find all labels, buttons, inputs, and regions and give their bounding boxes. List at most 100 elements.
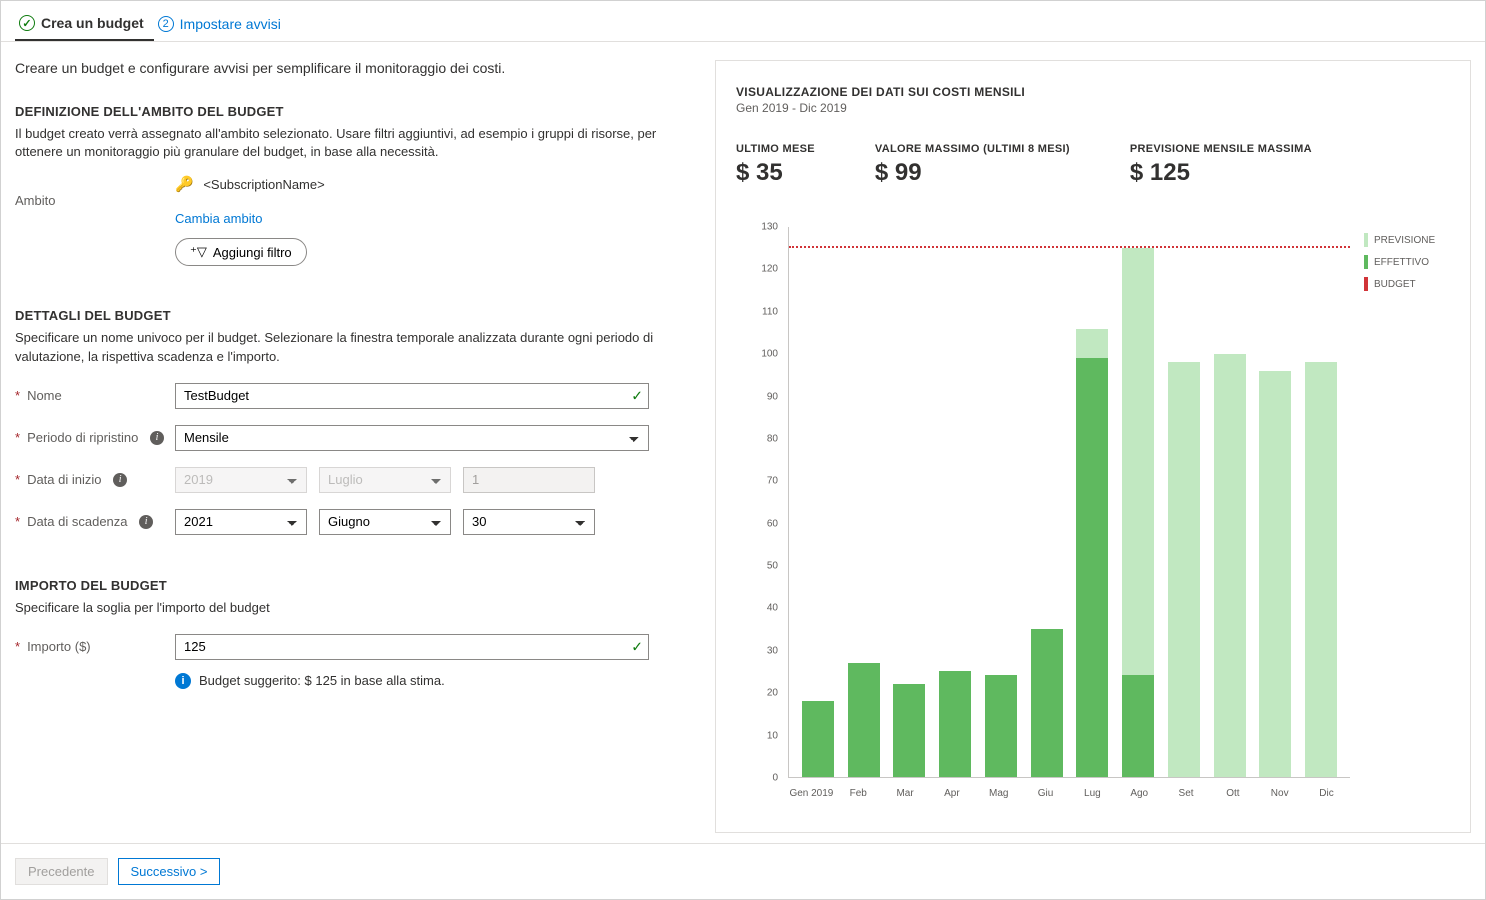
legend-actual: EFFETTIVO xyxy=(1374,257,1429,268)
section-desc: Il budget creato verrà assegnato all'amb… xyxy=(15,125,695,161)
stat-last-month-value: $ 35 xyxy=(736,159,815,187)
scope-label: Ambito xyxy=(15,193,175,208)
budget-name-input[interactable] xyxy=(175,383,649,409)
details-section: DETTAGLI DEL BUDGET Specificare un nome … xyxy=(15,308,695,537)
bar-slot xyxy=(887,227,933,777)
info-icon[interactable]: i xyxy=(139,515,153,529)
budget-swatch xyxy=(1364,277,1368,291)
x-axis-label: Feb xyxy=(835,782,882,808)
key-icon: 🔑 xyxy=(175,176,194,193)
section-title: IMPORTO DEL BUDGET xyxy=(15,578,695,593)
tab-set-alerts[interactable]: 2 Impostare avvisi xyxy=(154,9,291,41)
bar-slot xyxy=(932,227,978,777)
tab-label: Impostare avvisi xyxy=(180,16,281,32)
x-axis-label: Set xyxy=(1163,782,1210,808)
x-axis-label: Gen 2019 xyxy=(788,782,835,808)
x-axis-label: Dic xyxy=(1303,782,1350,808)
start-date-label: Data di inizio xyxy=(27,472,101,487)
next-button[interactable]: Successivo > xyxy=(118,858,221,885)
bar-slot xyxy=(1253,227,1299,777)
change-scope-link[interactable]: Cambia ambito xyxy=(175,211,262,226)
wizard-footer: Precedente Successivo > xyxy=(1,843,1485,899)
legend-forecast: PREVISIONE xyxy=(1374,235,1435,246)
chart-panel: VISUALIZZAZIONE DEI DATI SUI COSTI MENSI… xyxy=(715,60,1471,833)
chart-legend: PREVISIONE EFFETTIVO BUDGET xyxy=(1350,227,1450,808)
add-filter-label: Aggiungi filtro xyxy=(213,245,292,260)
form-panel: Creare un budget e configurare avvisi pe… xyxy=(15,60,695,833)
actual-bar xyxy=(848,663,880,777)
actual-bar xyxy=(939,671,971,777)
forecast-bar xyxy=(1305,362,1337,777)
scope-value: <SubscriptionName> xyxy=(203,177,324,192)
stat-forecast-value: $ 125 xyxy=(1130,159,1312,187)
bar-slot xyxy=(1207,227,1253,777)
end-day-select[interactable]: 30 xyxy=(463,509,595,535)
bar-slot xyxy=(1161,227,1207,777)
actual-bar xyxy=(1031,629,1063,777)
step-number-icon: 2 xyxy=(158,16,174,32)
scope-section: DEFINIZIONE DELL'AMBITO DEL BUDGET Il bu… xyxy=(15,104,695,268)
info-icon: i xyxy=(175,673,191,689)
info-icon[interactable]: i xyxy=(113,473,127,487)
x-axis-label: Apr xyxy=(928,782,975,808)
cost-chart: 0102030405060708090100110120130 Gen 2019… xyxy=(736,227,1350,808)
tab-label: Crea un budget xyxy=(41,15,144,31)
actual-swatch xyxy=(1364,255,1368,269)
info-icon[interactable]: i xyxy=(150,431,164,445)
end-date-label: Data di scadenza xyxy=(27,514,127,529)
stat-forecast-label: PREVISIONE MENSILE MASSIMA xyxy=(1130,143,1312,155)
forecast-bar xyxy=(1214,354,1246,777)
bar-slot xyxy=(1298,227,1344,777)
stat-max-value: $ 99 xyxy=(875,159,1070,187)
stat-last-month-label: ULTIMO MESE xyxy=(736,143,815,155)
wizard-tabs: ✓ Crea un budget 2 Impostare avvisi xyxy=(1,1,1485,41)
x-axis-label: Ago xyxy=(1116,782,1163,808)
check-icon: ✓ xyxy=(631,387,643,404)
bar-slot xyxy=(795,227,841,777)
bar-slot xyxy=(1115,227,1161,777)
actual-bar xyxy=(985,675,1017,777)
legend-budget: BUDGET xyxy=(1374,279,1416,290)
prev-button: Precedente xyxy=(15,858,108,885)
filter-icon: ⁺▽ xyxy=(190,244,207,260)
x-axis-label: Lug xyxy=(1069,782,1116,808)
forecast-swatch xyxy=(1364,233,1368,247)
name-label: Nome xyxy=(27,388,62,403)
section-desc: Specificare un nome univoco per il budge… xyxy=(15,329,695,365)
actual-bar xyxy=(893,684,925,777)
section-desc: Specificare la soglia per l'importo del … xyxy=(15,599,695,617)
actual-bar xyxy=(1076,358,1108,777)
bar-slot xyxy=(1024,227,1070,777)
x-axis-label: Giu xyxy=(1022,782,1069,808)
x-axis-label: Mar xyxy=(882,782,929,808)
chart-title: VISUALIZZAZIONE DEI DATI SUI COSTI MENSI… xyxy=(736,85,1450,99)
section-title: DEFINIZIONE DELL'AMBITO DEL BUDGET xyxy=(15,104,695,119)
x-axis-label: Ott xyxy=(1209,782,1256,808)
intro-text: Creare un budget e configurare avvisi pe… xyxy=(15,60,695,76)
amount-section: IMPORTO DEL BUDGET Specificare la soglia… xyxy=(15,578,695,689)
x-axis-label: Nov xyxy=(1256,782,1303,808)
check-icon: ✓ xyxy=(631,638,643,655)
suggested-budget-hint: Budget suggerito: $ 125 in base alla sti… xyxy=(199,673,445,688)
add-filter-button[interactable]: ⁺▽ Aggiungi filtro xyxy=(175,238,307,266)
start-day-input xyxy=(463,467,595,493)
start-month-select: Luglio xyxy=(319,467,451,493)
bar-slot xyxy=(1070,227,1116,777)
stat-max-label: VALORE MASSIMO (ULTIMI 8 MESI) xyxy=(875,143,1070,155)
budget-threshold-line xyxy=(789,246,1350,248)
bar-slot xyxy=(841,227,887,777)
actual-bar xyxy=(1122,675,1154,777)
reset-label: Periodo di ripristino xyxy=(27,430,138,445)
check-icon: ✓ xyxy=(19,15,35,31)
amount-input[interactable] xyxy=(175,634,649,660)
start-year-select: 2019 xyxy=(175,467,307,493)
reset-period-select[interactable]: Mensile xyxy=(175,425,649,451)
chart-stats: ULTIMO MESE $ 35 VALORE MASSIMO (ULTIMI … xyxy=(736,143,1450,187)
actual-bar xyxy=(802,701,834,777)
chart-subtitle: Gen 2019 - Dic 2019 xyxy=(736,101,1450,115)
bar-slot xyxy=(978,227,1024,777)
section-title: DETTAGLI DEL BUDGET xyxy=(15,308,695,323)
tab-create-budget[interactable]: ✓ Crea un budget xyxy=(15,9,154,41)
end-year-select[interactable]: 2021 xyxy=(175,509,307,535)
end-month-select[interactable]: Giugno xyxy=(319,509,451,535)
